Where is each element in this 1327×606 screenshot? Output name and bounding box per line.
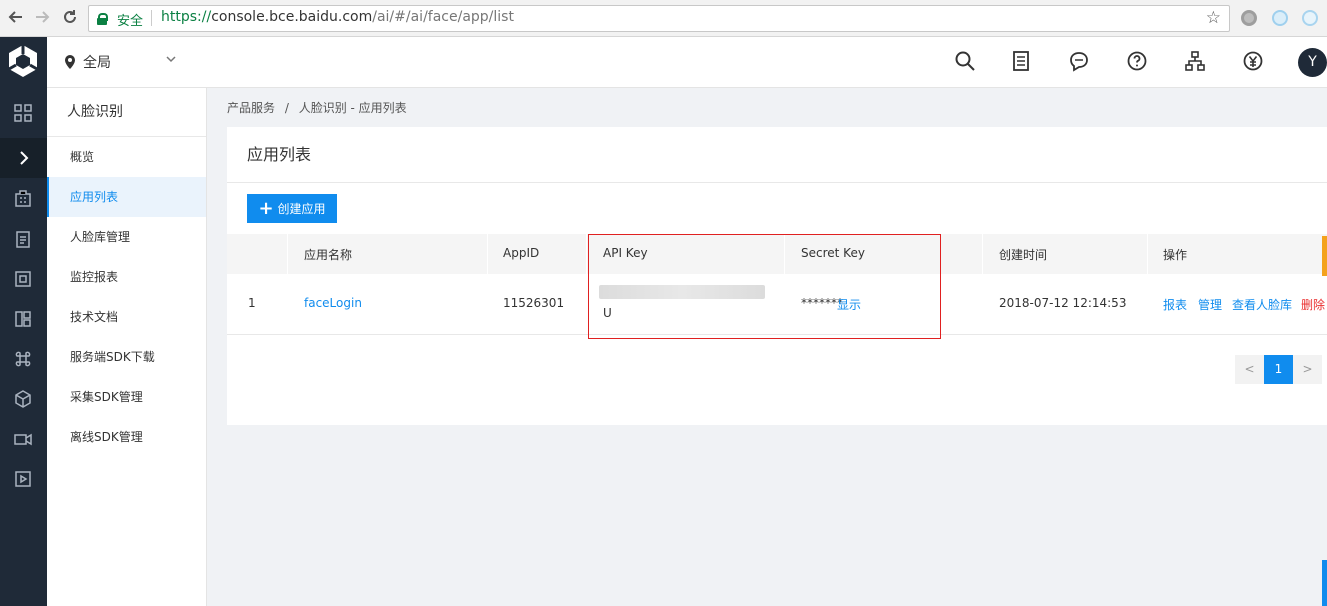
column-header-appid: AppID <box>503 246 540 260</box>
sidebar-item-face-library[interactable]: 人脸库管理 <box>47 217 206 257</box>
sidebar-item-monitoring[interactable]: 监控报表 <box>47 257 206 297</box>
sidebar-item-capture-sdk[interactable]: 采集SDK管理 <box>47 377 206 417</box>
breadcrumb-separator: / <box>284 101 289 115</box>
organization-icon[interactable] <box>1184 50 1206 72</box>
extension-eye-icon[interactable] <box>1272 10 1288 26</box>
back-arrow-icon[interactable] <box>6 8 26 28</box>
manage-link[interactable]: 管理 <box>1198 296 1222 313</box>
pagination-prev[interactable]: < <box>1235 355 1264 384</box>
delete-link[interactable]: 删除 <box>1301 296 1325 313</box>
chevron-down-icon[interactable] <box>165 53 177 65</box>
billing-yuan-icon[interactable] <box>1242 50 1264 72</box>
browser-toolbar: 安全 https://console.bce.baidu.com/ai/#/ai… <box>0 0 1327 37</box>
service-sidebar: 人脸识别 概览 应用列表 人脸库管理 监控报表 技术文档 服务端SDK下载 采集… <box>47 88 207 606</box>
sidebar-item-app-list[interactable]: 应用列表 <box>47 177 206 217</box>
sidebar-item-server-sdk[interactable]: 服务端SDK下载 <box>47 337 206 377</box>
dashboard-grid-icon[interactable] <box>13 103 33 123</box>
server-icon[interactable] <box>13 269 33 289</box>
building-icon[interactable] <box>13 189 33 209</box>
sidebar-item-offline-sdk[interactable]: 离线SDK管理 <box>47 417 206 457</box>
address-bar[interactable]: 安全 https://console.bce.baidu.com/ai/#/ai… <box>88 5 1230 32</box>
create-app-button[interactable]: + 创建应用 <box>247 194 337 223</box>
product-rail <box>0 37 47 606</box>
secure-label: 安全 <box>117 14 144 29</box>
sidebar-item-overview[interactable]: 概览 <box>47 137 206 177</box>
sidebar-title: 人脸识别 <box>47 88 206 137</box>
column-header-name: 应用名称 <box>304 248 353 262</box>
command-icon[interactable] <box>13 349 33 369</box>
view-face-library-link[interactable]: 查看人脸库 <box>1232 296 1292 313</box>
column-header-actions: 操作 <box>1163 248 1188 262</box>
orders-list-icon[interactable] <box>1010 50 1032 72</box>
plus-icon: + <box>258 197 274 219</box>
region-selector[interactable]: 全局 <box>65 52 111 72</box>
search-icon[interactable] <box>954 50 976 72</box>
message-icon[interactable] <box>1068 50 1090 72</box>
breadcrumb-root[interactable]: 产品服务 <box>227 101 275 115</box>
pagination-page-1[interactable]: 1 <box>1264 355 1293 384</box>
layout-icon[interactable] <box>13 309 33 329</box>
bookmark-star-icon[interactable]: ☆ <box>1206 8 1221 28</box>
extension-cloud-icon[interactable] <box>1302 10 1318 26</box>
app-name-link[interactable]: faceLogin <box>304 296 362 310</box>
avatar[interactable]: Y <box>1298 48 1327 77</box>
location-pin-icon <box>65 55 75 69</box>
cube-icon[interactable] <box>13 389 33 409</box>
breadcrumb: 产品服务 / 人脸识别 - 应用列表 <box>227 99 407 116</box>
url-text: https://console.bce.baidu.com/ai/#/ai/fa… <box>161 9 514 25</box>
column-header-created: 创建时间 <box>999 248 1048 262</box>
reload-icon[interactable] <box>60 8 80 28</box>
forward-arrow-icon[interactable] <box>32 8 52 28</box>
report-link[interactable]: 报表 <box>1163 296 1187 313</box>
breadcrumb-current: 人脸识别 - 应用列表 <box>298 101 407 115</box>
url-divider <box>151 10 152 26</box>
expand-rail-button[interactable] <box>0 138 47 178</box>
lock-icon <box>97 13 108 25</box>
document-icon[interactable] <box>13 229 33 249</box>
create-app-label: 创建应用 <box>277 202 326 216</box>
baidu-cloud-logo-icon[interactable] <box>6 43 40 79</box>
created-time-value: 2018-07-12 12:14:53 <box>999 296 1127 310</box>
help-icon[interactable] <box>1126 50 1148 72</box>
play-icon[interactable] <box>13 469 33 489</box>
sidebar-item-docs[interactable]: 技术文档 <box>47 297 206 337</box>
extension-circle-icon[interactable] <box>1241 10 1257 26</box>
scroll-marker <box>1322 236 1327 276</box>
app-id-value: 11526301 <box>503 296 565 310</box>
highlight-box <box>588 234 941 339</box>
pagination-next[interactable]: > <box>1293 355 1322 384</box>
region-label: 全局 <box>83 55 111 71</box>
page-title: 应用列表 <box>227 127 1327 183</box>
row-index: 1 <box>248 296 256 310</box>
console-header: 全局 Y <box>47 37 1327 88</box>
feedback-tab[interactable] <box>1322 560 1327 606</box>
video-camera-icon[interactable] <box>13 429 33 449</box>
